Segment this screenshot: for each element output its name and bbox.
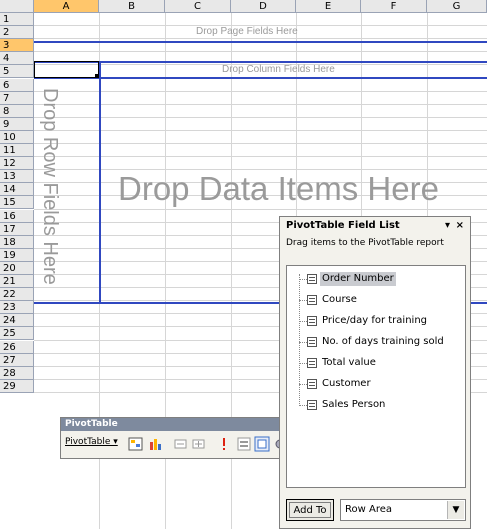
row-area-right-border xyxy=(99,61,101,304)
column-area-bottom-border xyxy=(34,77,487,79)
row-header-9[interactable]: 9 xyxy=(0,117,34,131)
row-header-22[interactable]: 22 xyxy=(0,288,34,302)
page-area-border xyxy=(34,41,487,43)
column-header-e[interactable]: E xyxy=(296,0,361,13)
row-header-6[interactable]: 6 xyxy=(0,78,34,92)
include-hidden-items-icon[interactable] xyxy=(236,436,252,452)
add-to-label: Add To xyxy=(289,502,331,518)
row-fields-drop-zone[interactable]: Drop Row Fields Here xyxy=(38,88,61,285)
field-list-box[interactable]: Order Number Course Price/day for training… xyxy=(286,265,466,488)
field-icon xyxy=(307,400,317,410)
field-list-title: PivotTable Field List xyxy=(286,220,400,231)
tree-connector xyxy=(299,300,307,301)
chevron-down-icon[interactable]: ▼ xyxy=(447,501,464,519)
page-fields-drop-zone[interactable]: Drop Page Fields Here xyxy=(196,26,298,37)
data-items-drop-zone[interactable]: Drop Data Items Here xyxy=(118,170,439,208)
field-icon xyxy=(307,295,317,305)
active-cell-a3[interactable] xyxy=(34,61,99,78)
row-header-14[interactable]: 14 xyxy=(0,183,34,197)
format-report-icon[interactable] xyxy=(128,436,144,452)
column-fields-drop-zone[interactable]: Drop Column Fields Here xyxy=(222,64,335,75)
tree-connector xyxy=(299,405,307,406)
grid-line xyxy=(34,156,487,158)
field-label: No. of days training sold xyxy=(322,336,444,347)
row-header-4[interactable]: 4 xyxy=(0,52,34,66)
column-header-d[interactable]: D xyxy=(231,0,296,13)
grid-line xyxy=(34,51,487,53)
row-header-7[interactable]: 7 xyxy=(0,91,34,105)
grid-line xyxy=(34,103,487,105)
field-list-options-icon[interactable]: ▾ xyxy=(445,217,450,234)
column-header-f[interactable]: F xyxy=(361,0,427,13)
chart-wizard-icon[interactable] xyxy=(148,436,164,452)
row-header-12[interactable]: 12 xyxy=(0,157,34,171)
row-header-2[interactable]: 2 xyxy=(0,26,34,40)
row-header-8[interactable]: 8 xyxy=(0,104,34,118)
grid-line xyxy=(34,129,487,131)
area-select[interactable]: Row Area ▼ xyxy=(340,499,466,521)
grid-line xyxy=(34,143,487,144)
row-header-19[interactable]: 19 xyxy=(0,248,34,262)
area-select-value: Row Area xyxy=(345,504,392,515)
row-header-15[interactable]: 15 xyxy=(0,196,34,210)
row-header-26[interactable]: 26 xyxy=(0,340,34,354)
always-display-items-icon[interactable] xyxy=(254,436,270,452)
row-header-3[interactable]: 3 xyxy=(0,39,34,53)
row-header-13[interactable]: 13 xyxy=(0,170,34,184)
row-header-21[interactable]: 21 xyxy=(0,275,34,289)
field-label: Sales Person xyxy=(322,399,386,410)
row-header-18[interactable]: 18 xyxy=(0,235,34,249)
column-header-a[interactable]: A xyxy=(34,0,99,13)
row-header-25[interactable]: 25 xyxy=(0,327,34,341)
column-header-g[interactable]: G xyxy=(427,0,487,13)
field-icon xyxy=(307,358,317,368)
row-header-27[interactable]: 27 xyxy=(0,353,34,367)
toolbar-title: PivotTable xyxy=(65,419,118,429)
field-list-title-bar[interactable]: PivotTable Field List ▾ × xyxy=(280,217,470,234)
tree-connector xyxy=(299,342,307,343)
field-list-instructions: Drag items to the PivotTable report xyxy=(286,238,444,248)
row-header-10[interactable]: 10 xyxy=(0,130,34,144)
field-label: Price/day for training xyxy=(322,315,428,326)
field-icon xyxy=(307,274,317,284)
pivottable-field-list-panel[interactable]: PivotTable Field List ▾ × Drag items to … xyxy=(279,216,471,529)
tree-connector xyxy=(299,321,307,322)
field-icon xyxy=(307,337,317,347)
refresh-data-icon[interactable] xyxy=(216,436,232,452)
column-area-top-border xyxy=(34,61,487,63)
add-to-button[interactable]: Add To xyxy=(286,499,334,521)
fill-handle[interactable] xyxy=(95,74,99,78)
tree-connector xyxy=(299,363,307,364)
row-header-16[interactable]: 16 xyxy=(0,209,34,223)
field-label: Course xyxy=(322,294,357,305)
row-header-1[interactable]: 1 xyxy=(0,13,34,27)
field-icon xyxy=(307,379,317,389)
field-label: Total value xyxy=(322,357,376,368)
row-header-28[interactable]: 28 xyxy=(0,366,34,380)
field-label: Customer xyxy=(322,378,371,389)
row-header-20[interactable]: 20 xyxy=(0,261,34,275)
select-all-corner[interactable] xyxy=(0,0,34,13)
row-header-5[interactable]: 5 xyxy=(0,65,34,79)
row-header-29[interactable]: 29 xyxy=(0,379,34,393)
column-header-b[interactable]: B xyxy=(99,0,165,13)
field-icon xyxy=(307,316,317,326)
hide-detail-icon[interactable] xyxy=(173,436,189,452)
show-detail-icon[interactable] xyxy=(191,436,207,452)
row-header-24[interactable]: 24 xyxy=(0,314,34,328)
grid-line xyxy=(34,90,487,92)
grid-line xyxy=(34,38,487,40)
field-label: Order Number xyxy=(320,272,396,286)
row-header-17[interactable]: 17 xyxy=(0,222,34,236)
field-list-close-icon[interactable]: × xyxy=(456,217,464,234)
column-header-c[interactable]: C xyxy=(165,0,231,13)
grid-line xyxy=(34,208,487,210)
tree-connector xyxy=(299,279,307,280)
tree-connector xyxy=(299,384,307,385)
row-header-11[interactable]: 11 xyxy=(0,144,34,158)
grid-line xyxy=(34,116,487,118)
row-header-23[interactable]: 23 xyxy=(0,301,34,315)
pivottable-menu-button[interactable]: PivotTable ▾ xyxy=(65,437,118,447)
